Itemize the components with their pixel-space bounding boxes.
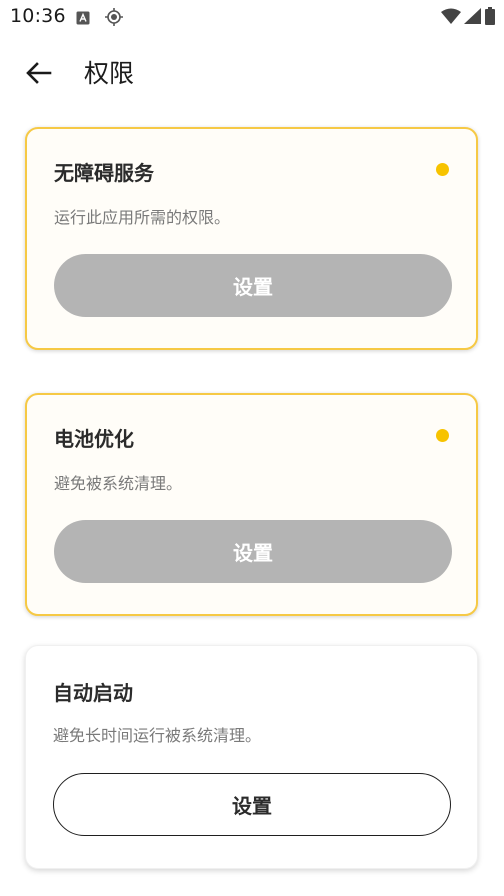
status-dot xyxy=(436,429,449,442)
location-crosshair-icon xyxy=(104,7,124,31)
back-button[interactable] xyxy=(20,56,58,94)
signal-icon xyxy=(464,8,482,28)
settings-button[interactable]: 设置 xyxy=(53,773,451,836)
page-title: 权限 xyxy=(84,59,135,88)
card-description: 避免长时间运行被系统清理。 xyxy=(53,726,262,745)
permission-card-autostart: 自动启动 避免长时间运行被系统清理。 设置 xyxy=(25,645,478,869)
permission-card-accessibility: 无障碍服务 运行此应用所需的权限。 设置 xyxy=(25,127,478,350)
status-left-icons xyxy=(76,7,124,31)
card-title: 电池优化 xyxy=(54,427,134,451)
app-bar: 权限 xyxy=(0,48,504,100)
card-description: 避免被系统清理。 xyxy=(54,474,183,493)
battery-icon xyxy=(485,7,495,29)
card-title: 自动启动 xyxy=(53,681,133,705)
settings-button[interactable]: 设置 xyxy=(54,254,452,317)
card-title: 无障碍服务 xyxy=(54,161,154,185)
status-dot xyxy=(436,163,449,176)
arrow-left-icon xyxy=(26,62,52,88)
status-time: 10:36 xyxy=(10,5,66,27)
wifi-icon xyxy=(441,8,461,28)
settings-button[interactable]: 设置 xyxy=(54,520,452,583)
card-description: 运行此应用所需的权限。 xyxy=(54,208,231,227)
status-bar: 10:36 xyxy=(0,0,504,34)
a-box-icon xyxy=(76,10,90,29)
permission-card-battery-optimization: 电池优化 避免被系统清理。 设置 xyxy=(25,393,478,616)
status-right-icons xyxy=(441,7,495,29)
